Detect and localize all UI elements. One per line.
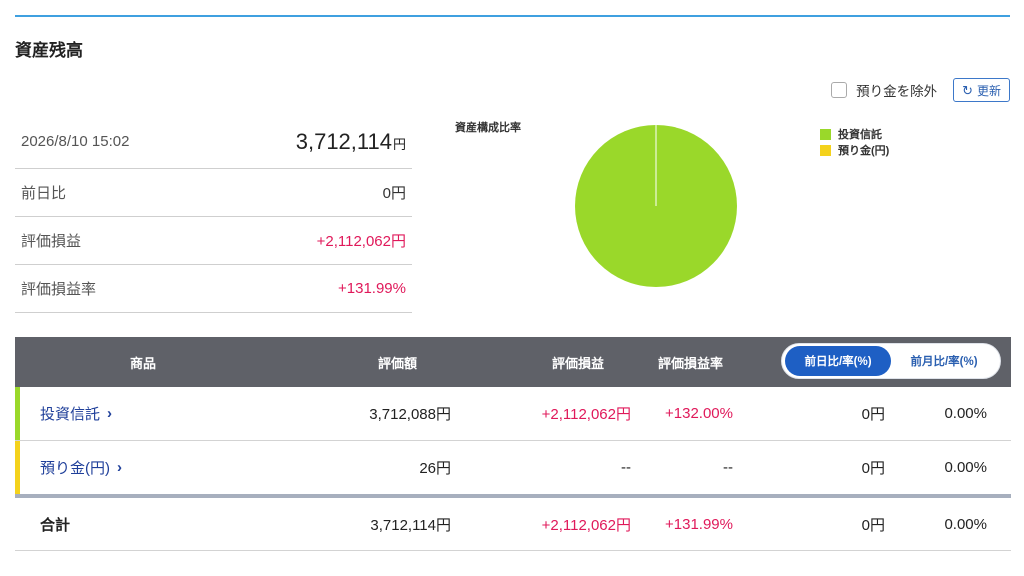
row-change-rate: 0.00% xyxy=(944,405,987,422)
chevron-right-icon: › xyxy=(107,405,113,422)
legend-item-funds: 投資信託 xyxy=(820,126,889,142)
summary-row-value: +2,112,062円 xyxy=(316,233,406,250)
table-row: 預り金(円) › 26円 -- -- 0円 0.00% xyxy=(15,441,1011,494)
summary-row-value: +131.99% xyxy=(338,280,406,297)
legend-label-deposit: 預り金(円) xyxy=(838,145,890,157)
top-divider xyxy=(15,15,1010,17)
summary-table: 2026/8/10 15:02 3,712,114円 前日比 0円 評価損益 +… xyxy=(15,115,412,313)
top-controls: 預り金を除外 ↻ 更新 xyxy=(831,78,1010,102)
summary-total-unit: 円 xyxy=(392,136,406,152)
row-change: 0円 xyxy=(861,460,885,477)
chart-legend: 投資信託 預り金(円) xyxy=(820,126,889,158)
summary-row-label: 評価損益率 xyxy=(21,281,97,298)
row-name-link[interactable]: 預り金(円) › xyxy=(40,441,122,494)
row-name: 預り金(円) xyxy=(40,460,110,477)
total-pl-rate: +131.99% xyxy=(665,515,733,533)
refresh-button[interactable]: ↻ 更新 xyxy=(953,78,1010,102)
row-pl: +2,112,062円 xyxy=(541,406,631,423)
summary-row-label: 前日比 xyxy=(21,185,67,202)
summary-row-pl-rate: 評価損益率 +131.99% xyxy=(15,265,412,313)
row-pl-rate: -- xyxy=(723,459,733,476)
total-row: 合計 3,712,114円 +2,112,062円 +131.99% 0円 0.… xyxy=(15,498,1011,551)
row-change-rate: 0.00% xyxy=(944,459,987,476)
chart-title: 資産構成比率 xyxy=(455,122,521,134)
header-valuation: 評価額 xyxy=(378,355,418,371)
total-pl: +2,112,062円 xyxy=(541,516,631,534)
refresh-icon: ↻ xyxy=(962,82,973,98)
summary-total: 3,712,114円 xyxy=(296,129,406,155)
summary-row-label: 評価損益 xyxy=(21,233,82,250)
summary-total-value: 3,712,114 xyxy=(295,128,392,154)
chevron-right-icon: › xyxy=(117,459,122,476)
row-name: 投資信託 xyxy=(40,406,101,423)
summary-row-day-change: 前日比 0円 xyxy=(15,169,412,217)
exclude-deposit-checkbox[interactable] xyxy=(831,82,848,98)
period-toggle: 前日比/率(%) 前月比/率(%) xyxy=(781,343,1001,379)
total-label: 合計 xyxy=(40,516,71,534)
summary-total-row: 2026/8/10 15:02 3,712,114円 xyxy=(15,115,412,169)
toggle-month-change[interactable]: 前月比/率(%) xyxy=(891,346,997,376)
row-change: 0円 xyxy=(861,406,885,423)
total-change: 0円 xyxy=(861,516,885,534)
asset-composition-pie xyxy=(575,125,737,287)
row-name-link[interactable]: 投資信託 › xyxy=(40,387,112,440)
legend-label-funds: 投資信託 xyxy=(838,129,882,141)
header-pl: 評価損益 xyxy=(552,355,605,371)
row-color-bar xyxy=(15,387,20,440)
row-color-bar xyxy=(15,441,20,494)
total-change-rate: 0.00% xyxy=(944,515,987,533)
summary-datetime: 2026/8/10 15:02 xyxy=(21,133,130,150)
summary-row-pl: 評価損益 +2,112,062円 xyxy=(15,217,412,265)
legend-swatch-deposit xyxy=(820,144,831,156)
row-valuation: 3,712,088円 xyxy=(369,406,451,423)
row-pl: -- xyxy=(621,459,631,476)
header-product: 商品 xyxy=(130,355,157,371)
exclude-deposit-label[interactable]: 預り金を除外 xyxy=(856,80,937,100)
header-pl-rate: 評価損益率 xyxy=(658,355,724,371)
refresh-label: 更新 xyxy=(976,83,1001,98)
total-valuation: 3,712,114円 xyxy=(370,516,451,534)
section-title: 資産残高 xyxy=(15,41,83,60)
legend-item-deposit: 預り金(円) xyxy=(820,142,889,158)
legend-swatch-funds xyxy=(820,128,831,140)
row-valuation: 26円 xyxy=(419,460,451,477)
holdings-header: 商品 評価額 評価損益 評価損益率 前日比/率(%) 前月比/率(%) xyxy=(15,337,1011,387)
table-row: 投資信託 › 3,712,088円 +2,112,062円 +132.00% 0… xyxy=(15,387,1011,441)
row-pl-rate: +132.00% xyxy=(665,405,733,422)
toggle-day-change[interactable]: 前日比/率(%) xyxy=(785,346,891,376)
holdings-table: 商品 評価額 評価損益 評価損益率 前日比/率(%) 前月比/率(%) 投資信託… xyxy=(15,337,1011,551)
summary-row-value: 0円 xyxy=(382,185,406,202)
